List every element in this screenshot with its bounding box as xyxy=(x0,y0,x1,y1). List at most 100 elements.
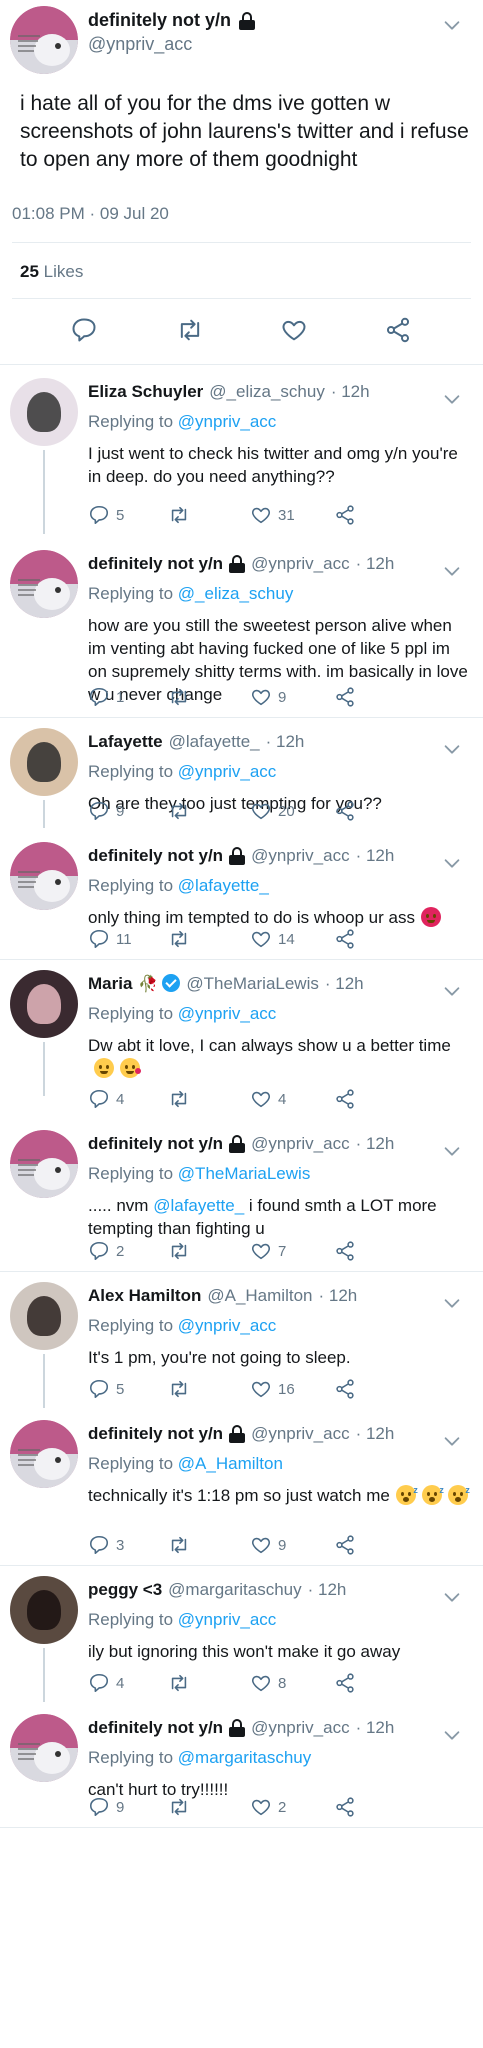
reply-action[interactable]: 5 xyxy=(88,504,124,526)
reply-tweet[interactable]: definitely not y/n @ynpriv_acc · 12h Rep… xyxy=(0,1704,483,1828)
avatar[interactable] xyxy=(10,1420,78,1488)
like-action[interactable]: 9 xyxy=(250,1534,286,1556)
retweet-action[interactable] xyxy=(168,928,196,950)
replying-to-link[interactable]: @ynpriv_acc xyxy=(178,1004,277,1023)
retweet-action[interactable] xyxy=(168,686,196,708)
reply-icon[interactable] xyxy=(88,1796,110,1818)
chevron-down-icon[interactable] xyxy=(441,1430,463,1452)
handle[interactable]: @ynpriv_acc xyxy=(251,1424,350,1444)
handle[interactable]: @TheMariaLewis xyxy=(186,974,319,994)
replying-to-link[interactable]: @margaritaschuy xyxy=(178,1748,311,1767)
share-action[interactable] xyxy=(334,1378,356,1400)
chevron-down-icon[interactable] xyxy=(441,14,463,36)
reply-action[interactable]: 11 xyxy=(88,928,132,950)
handle[interactable]: @ynpriv_acc xyxy=(251,554,350,574)
reply-action[interactable]: 9 xyxy=(88,800,124,822)
avatar[interactable] xyxy=(10,550,78,618)
time[interactable]: · 12h xyxy=(356,846,395,866)
handle[interactable]: @margaritaschuy xyxy=(168,1580,301,1600)
heart-icon[interactable] xyxy=(250,1378,272,1400)
reply-icon[interactable] xyxy=(88,928,110,950)
display-name[interactable]: definitely not y/n xyxy=(88,1718,223,1738)
share-icon[interactable] xyxy=(334,928,356,950)
display-name[interactable]: Lafayette xyxy=(88,732,163,752)
time[interactable]: · 12h xyxy=(308,1580,347,1600)
share-icon[interactable] xyxy=(334,1534,356,1556)
reply-tweet[interactable]: Alex Hamilton @A_Hamilton · 12h Replying… xyxy=(0,1272,483,1410)
handle[interactable]: @ynpriv_acc xyxy=(251,846,350,866)
replying-to-link[interactable]: @ynpriv_acc xyxy=(178,1316,277,1335)
retweet-action[interactable] xyxy=(168,504,196,526)
heart-icon[interactable] xyxy=(250,1240,272,1262)
time[interactable]: · 12h xyxy=(319,1286,358,1306)
avatar[interactable] xyxy=(10,970,78,1038)
chevron-down-icon[interactable] xyxy=(441,738,463,760)
time[interactable]: · 12h xyxy=(356,1718,395,1738)
heart-icon[interactable] xyxy=(250,928,272,950)
like-action[interactable]: 7 xyxy=(250,1240,286,1262)
heart-icon[interactable] xyxy=(250,1796,272,1818)
handle[interactable]: @_eliza_schuy xyxy=(209,382,325,402)
display-name[interactable]: definitely not y/n xyxy=(88,1424,223,1444)
time[interactable]: · 12h xyxy=(266,732,305,752)
display-name[interactable]: Alex Hamilton xyxy=(88,1286,201,1306)
replying-to-link[interactable]: @ynpriv_acc xyxy=(178,762,277,781)
reply-tweet[interactable]: definitely not y/n @ynpriv_acc · 12h Rep… xyxy=(0,1410,483,1566)
heart-icon[interactable] xyxy=(250,800,272,822)
mention-link[interactable]: @lafayette_ xyxy=(153,1196,244,1215)
retweet-icon[interactable] xyxy=(168,928,190,950)
replying-to-link[interactable]: @ynpriv_acc xyxy=(178,1610,277,1629)
likes-summary[interactable]: 25 Likes xyxy=(20,262,83,282)
share-icon[interactable] xyxy=(334,1796,356,1818)
heart-icon[interactable] xyxy=(250,1672,272,1694)
display-name[interactable]: definitely not y/n xyxy=(88,846,223,866)
reply-icon[interactable] xyxy=(88,1672,110,1694)
reply-icon[interactable] xyxy=(88,1240,110,1262)
retweet-action[interactable] xyxy=(168,1088,196,1110)
heart-icon[interactable] xyxy=(250,1088,272,1110)
avatar[interactable] xyxy=(10,728,78,796)
reply-action[interactable]: 5 xyxy=(88,1378,124,1400)
retweet-icon[interactable] xyxy=(168,1240,190,1262)
replying-to-link[interactable]: @lafayette_ xyxy=(178,876,269,895)
retweet-icon[interactable] xyxy=(168,1534,190,1556)
share-icon[interactable] xyxy=(334,800,356,822)
display-name[interactable]: peggy <3 xyxy=(88,1580,162,1600)
replying-to-link[interactable]: @A_Hamilton xyxy=(178,1454,283,1473)
share-action[interactable] xyxy=(334,1672,356,1694)
share-action[interactable] xyxy=(334,928,356,950)
retweet-icon[interactable] xyxy=(168,1672,190,1694)
reply-tweet[interactable]: definitely not y/n @ynpriv_acc · 12h Rep… xyxy=(0,832,483,960)
retweet-action[interactable] xyxy=(168,1378,196,1400)
replying-to-link[interactable]: @ynpriv_acc xyxy=(178,412,277,431)
reply-tweet[interactable]: Lafayette @lafayette_ · 12h Replying to … xyxy=(0,718,483,832)
reply-icon[interactable] xyxy=(88,686,110,708)
chevron-down-icon[interactable] xyxy=(441,388,463,410)
share-action[interactable] xyxy=(334,686,356,708)
avatar[interactable] xyxy=(10,1576,78,1644)
share-icon[interactable] xyxy=(334,1672,356,1694)
handle[interactable]: @ynpriv_acc xyxy=(251,1718,350,1738)
like-action[interactable]: 31 xyxy=(250,504,295,526)
replying-to-link[interactable]: @TheMariaLewis xyxy=(178,1164,311,1183)
share-icon[interactable] xyxy=(334,504,356,526)
timestamp[interactable]: 01:08 PM · 09 Jul 20 xyxy=(12,204,169,224)
like-action[interactable]: 20 xyxy=(250,800,295,822)
replying-to-link[interactable]: @_eliza_schuy xyxy=(178,584,294,603)
chevron-down-icon[interactable] xyxy=(441,1292,463,1314)
reply-icon[interactable] xyxy=(88,1534,110,1556)
reply-icon[interactable] xyxy=(88,1088,110,1110)
retweet-action[interactable] xyxy=(168,800,196,822)
time[interactable]: · 12h xyxy=(356,554,395,574)
chevron-down-icon[interactable] xyxy=(441,852,463,874)
share-action[interactable] xyxy=(334,1240,356,1262)
retweet-action[interactable] xyxy=(168,1672,196,1694)
handle[interactable]: @ynpriv_acc xyxy=(251,1134,350,1154)
reply-action[interactable]: 9 xyxy=(88,1796,124,1818)
reply-icon[interactable] xyxy=(88,800,110,822)
retweet-icon[interactable] xyxy=(168,504,190,526)
display-name[interactable]: definitely not y/n xyxy=(88,1134,223,1154)
retweet-icon[interactable] xyxy=(168,800,190,822)
retweet-action[interactable] xyxy=(168,1534,196,1556)
retweet-action[interactable] xyxy=(168,1240,196,1262)
